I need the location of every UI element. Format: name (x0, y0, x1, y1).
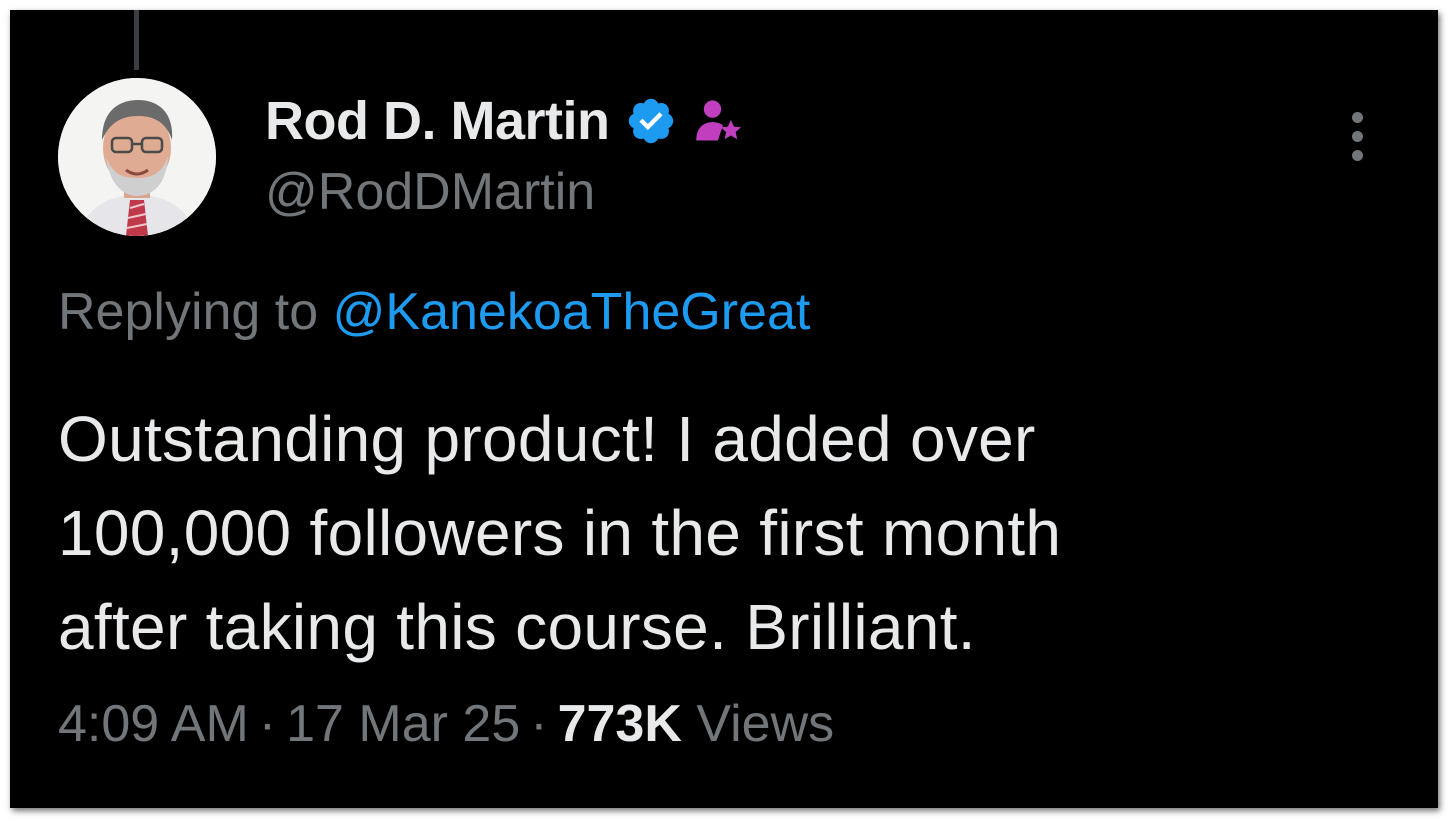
more-options-button[interactable] (1342, 112, 1372, 176)
replying-to-prefix: Replying to (58, 283, 319, 341)
replying-to-line: Replying to @KanekoaTheGreat (58, 282, 810, 342)
meta-separator: · (258, 695, 277, 753)
author-display-name[interactable]: Rod D. Martin (265, 90, 610, 152)
thread-connector-line (134, 10, 139, 70)
tweet-text-line: 100,000 followers in the first month (58, 497, 1062, 569)
tweet-metadata: 4:09 AM · 17 Mar 25 · 773K Views (58, 694, 834, 754)
avatar[interactable] (58, 78, 216, 236)
tweet-body: Outstanding product! I added over 100,00… (58, 392, 1358, 674)
verified-badge-icon (625, 95, 677, 147)
tweet-date[interactable]: 17 Mar 25 (286, 695, 520, 753)
tweet-time[interactable]: 4:09 AM (58, 695, 249, 753)
user-avatar-photo (58, 78, 216, 236)
affiliate-person-star-icon (693, 95, 745, 147)
tweet-text-line: after taking this course. Brilliant. (58, 591, 976, 663)
meta-separator: · (530, 695, 548, 753)
more-vertical-icon (1351, 112, 1363, 123)
reply-mention-link[interactable]: @KanekoaTheGreat (333, 283, 811, 341)
views-label: Views (696, 695, 835, 753)
author-name-row: Rod D. Martin (265, 90, 745, 152)
tweet-card: Rod D. Martin @RodDMartin Replying to @K… (10, 10, 1438, 808)
views-count[interactable]: 773K (558, 695, 682, 753)
tweet-text-line: Outstanding product! I added over (58, 403, 1036, 475)
author-handle[interactable]: @RodDMartin (265, 162, 595, 222)
